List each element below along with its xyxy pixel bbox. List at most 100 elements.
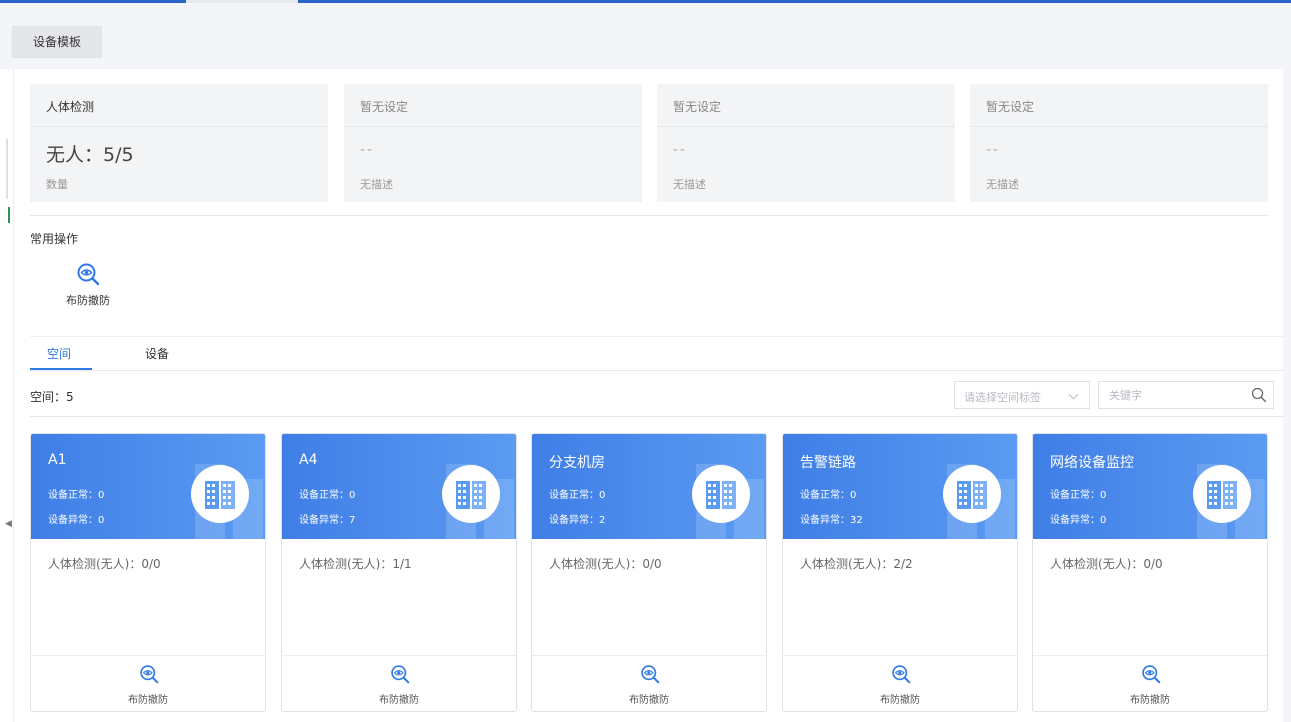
- arm-disarm-card-label[interactable]: 布防撤防: [783, 691, 1017, 706]
- stat-card-empty: 暂无设定 -- 无描述: [657, 84, 955, 202]
- human-detection-status: 人体检测(无人)：0/0: [48, 557, 161, 571]
- stat-title: 暂无设定: [673, 100, 722, 114]
- space-name: 告警链路: [800, 455, 856, 471]
- arm-disarm-card-label[interactable]: 布防撤防: [282, 691, 516, 706]
- human-detection-status: 人体检测(无人)：0/0: [1050, 557, 1163, 571]
- active-tab-indicator: [30, 368, 92, 370]
- stat-divider: [657, 126, 955, 127]
- device-normal-count: 设备正常：0: [800, 490, 857, 501]
- stat-card-empty: 暂无设定 -- 无描述: [970, 84, 1268, 202]
- human-detection-status: 人体检测(无人)：1/1: [299, 557, 412, 571]
- human-detection-status: 人体检测(无人)：0/0: [549, 557, 662, 571]
- section-divider: [30, 215, 1269, 216]
- space-name: A1: [48, 452, 67, 468]
- keyword-input[interactable]: [1100, 383, 1246, 407]
- stat-desc: 无描述: [673, 178, 706, 191]
- building-icon: [692, 465, 750, 523]
- arm-disarm-card-label[interactable]: 布防撤防: [532, 691, 766, 706]
- stat-card-empty: 暂无设定 -- 无描述: [344, 84, 642, 202]
- stat-desc: 无描述: [360, 178, 393, 191]
- human-detection-status: 人体检测(无人)：2/2: [800, 557, 913, 571]
- left-panel-indicator: [8, 207, 10, 223]
- eye-search-icon: [641, 665, 660, 684]
- eye-search-icon: [140, 665, 159, 684]
- building-icon: [1193, 465, 1251, 523]
- stat-divider: [344, 126, 642, 127]
- arm-disarm-card-button[interactable]: [1141, 664, 1161, 687]
- device-abnormal-count: 设备异常：0: [48, 515, 105, 526]
- space-name: 分支机房: [549, 455, 605, 471]
- stat-value: --: [360, 142, 375, 158]
- building-icon: [943, 465, 1001, 523]
- card-footer-divider: [532, 655, 766, 656]
- space-name: 网络设备监控: [1050, 455, 1134, 471]
- search-icon[interactable]: [1251, 387, 1267, 403]
- arm-disarm-card-button[interactable]: [139, 664, 159, 687]
- stat-value: --: [673, 142, 688, 158]
- stat-divider: [30, 126, 328, 127]
- stat-title: 暂无设定: [360, 100, 409, 114]
- arm-disarm-card-label[interactable]: 布防撤防: [1033, 691, 1267, 706]
- device-normal-count: 设备正常：0: [299, 490, 356, 501]
- eye-search-icon: [77, 263, 100, 286]
- device-abnormal-count: 设备异常：0: [1050, 515, 1107, 526]
- building-icon: [442, 465, 500, 523]
- device-normal-count: 设备正常：0: [48, 490, 105, 501]
- arm-disarm-card-button[interactable]: [390, 664, 410, 687]
- space-tag-select[interactable]: 请选择空间标签: [954, 381, 1090, 409]
- device-normal-count: 设备正常：0: [1050, 490, 1107, 501]
- stat-card-human-detection: 人体检测 无人：5/5 数量: [30, 84, 328, 202]
- arm-disarm-button[interactable]: 布防撤防: [58, 262, 118, 322]
- space-name: A4: [299, 452, 318, 468]
- arm-disarm-card-label[interactable]: 布防撤防: [31, 691, 265, 706]
- space-card[interactable]: A4 设备正常：0 设备异常：7 人体检测(无人)：1/1 布防撤防: [281, 433, 517, 712]
- device-abnormal-count: 设备异常：7: [299, 515, 356, 526]
- keyword-search: [1098, 381, 1274, 409]
- device-template-tab[interactable]: 设备模板: [12, 26, 102, 58]
- space-card[interactable]: A1 设备正常：0 设备异常：0 人体检测(无人)：0/0 布防撤防: [30, 433, 266, 712]
- collapse-arrow-icon[interactable]: ◀: [5, 519, 12, 529]
- space-card-header: 网络设备监控 设备正常：0 设备异常：0: [1033, 434, 1267, 539]
- space-card[interactable]: 分支机房 设备正常：0 设备异常：2 人体检测(无人)：0/0 布防撤防: [531, 433, 767, 712]
- eye-search-icon: [391, 665, 410, 684]
- stat-desc: 数量: [46, 178, 68, 191]
- eye-search-icon: [892, 665, 911, 684]
- tab-space[interactable]: 空间: [47, 345, 71, 362]
- tab-device[interactable]: 设备: [145, 345, 169, 362]
- chevron-down-icon: [1068, 389, 1079, 400]
- building-icon: [191, 465, 249, 523]
- list-divider: [30, 416, 1283, 417]
- stat-title: 暂无设定: [986, 100, 1035, 114]
- device-normal-count: 设备正常：0: [549, 490, 606, 501]
- card-footer-divider: [31, 655, 265, 656]
- left-panel-mark: [6, 139, 8, 199]
- space-tag-placeholder: 请选择空间标签: [964, 391, 1041, 404]
- stat-title: 人体检测: [46, 100, 95, 114]
- space-card-header: 告警链路 设备正常：0 设备异常：32: [783, 434, 1017, 539]
- eye-search-icon: [1142, 665, 1161, 684]
- space-card-header: A1 设备正常：0 设备异常：0: [31, 434, 265, 539]
- device-abnormal-count: 设备异常：2: [549, 515, 606, 526]
- card-footer-divider: [282, 655, 516, 656]
- arm-disarm-card-button[interactable]: [891, 664, 911, 687]
- space-card[interactable]: 告警链路 设备正常：0 设备异常：32 人体检测(无人)：2/2 布防撤防: [782, 433, 1018, 712]
- device-abnormal-count: 设备异常：32: [800, 515, 863, 526]
- top-band: 设备模板: [0, 3, 1291, 69]
- space-card-header: 分支机房 设备正常：0 设备异常：2: [532, 434, 766, 539]
- stat-divider: [970, 126, 1268, 127]
- stat-value: 无人：5/5: [46, 144, 134, 166]
- space-count: 空间：5: [30, 390, 74, 404]
- right-edge: [1283, 69, 1291, 722]
- tabs-top-rule: [30, 336, 1283, 337]
- stat-desc: 无描述: [986, 178, 1019, 191]
- arm-disarm-card-button[interactable]: [640, 664, 660, 687]
- quick-ops-title: 常用操作: [30, 232, 79, 246]
- space-card[interactable]: 网络设备监控 设备正常：0 设备异常：0 人体检测(无人)：0/0 布防撤防: [1032, 433, 1268, 712]
- card-footer-divider: [783, 655, 1017, 656]
- arm-disarm-label: 布防撤防: [66, 294, 110, 307]
- tabs-baseline: [30, 370, 1283, 371]
- stat-value: --: [986, 142, 1001, 158]
- card-footer-divider: [1033, 655, 1267, 656]
- space-card-header: A4 设备正常：0 设备异常：7: [282, 434, 516, 539]
- left-collapsed-panel: ◀: [0, 69, 14, 722]
